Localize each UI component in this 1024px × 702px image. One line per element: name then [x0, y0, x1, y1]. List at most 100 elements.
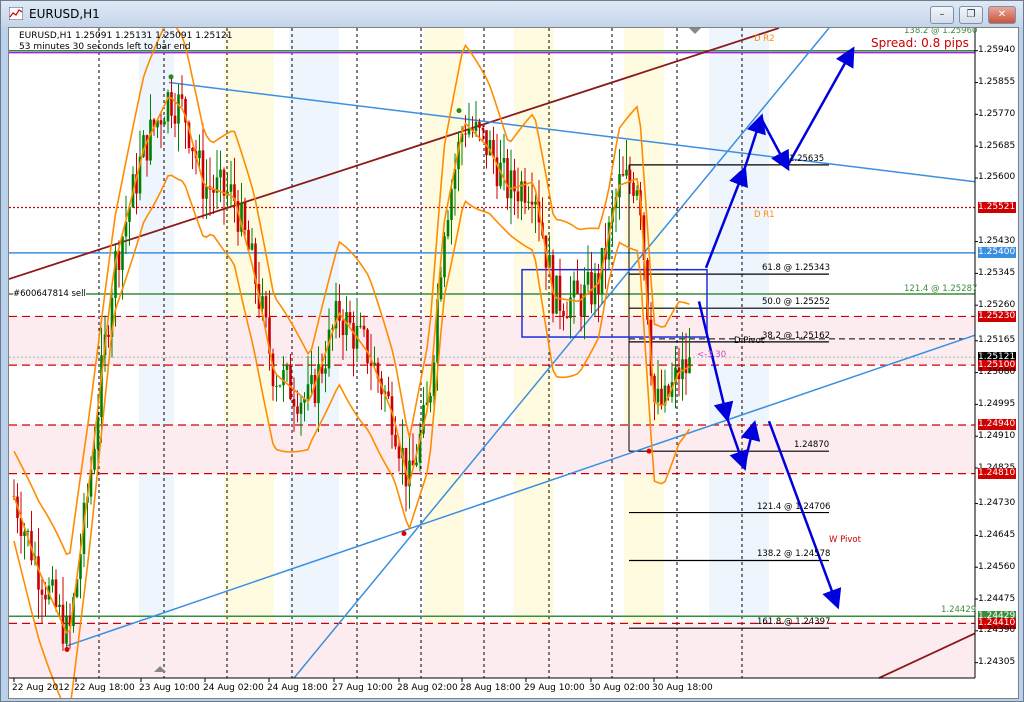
- candle-body: [282, 369, 285, 386]
- candle-body: [625, 169, 628, 176]
- candle-body: [292, 399, 296, 407]
- swing-low-marker: [64, 647, 70, 653]
- candle-body: [149, 119, 152, 161]
- time-axis-label: 29 Aug 10:00: [524, 683, 585, 693]
- candle-body: [583, 284, 586, 317]
- candle-body: [579, 293, 583, 317]
- price-chart[interactable]: EURUSD,H1 1.25091 1.25131 1.25091 1.2512…: [8, 27, 1019, 699]
- price-axis-label: 1.24910: [978, 430, 1016, 441]
- price-axis-label: 1.25400: [978, 247, 1016, 259]
- candle-body: [446, 220, 450, 237]
- time-axis-label: 24 Aug 02:00: [203, 683, 264, 693]
- candle-body: [121, 236, 124, 270]
- time-axis-label: 28 Aug 02:00: [397, 683, 458, 693]
- fib-label: 50.0 @ 1.25252: [762, 297, 830, 308]
- time-axis-label: 24 Aug 18:00: [267, 683, 328, 693]
- candle-body: [530, 201, 534, 205]
- price-axis-label: 1.24730: [978, 498, 1016, 509]
- chart-annotation: D R2: [754, 34, 775, 44]
- candle-body: [96, 417, 100, 449]
- candle-body: [44, 594, 47, 600]
- candle-body: [621, 174, 625, 176]
- ohlc-readout: EURUSD,H1 1.25091 1.25131 1.25091 1.2512…: [19, 31, 233, 41]
- candle-body: [394, 434, 397, 447]
- candle-body: [299, 402, 303, 414]
- time-axis-label: 30 Aug 18:00: [652, 683, 713, 693]
- candle-body: [555, 275, 558, 314]
- title-bar[interactable]: EURUSD,H1 – ❐ ✕: [1, 1, 1023, 27]
- candle-body: [159, 120, 163, 125]
- price-axis-label: 1.24995: [978, 398, 1016, 409]
- chart-annotation: <-3.30: [697, 350, 727, 361]
- candle-body: [474, 121, 478, 131]
- chart-annotation: 1.24429: [941, 605, 977, 616]
- candle-body: [576, 280, 579, 294]
- chart-canvas[interactable]: [9, 28, 1018, 698]
- candle-body: [572, 280, 576, 298]
- close-button[interactable]: ✕: [988, 6, 1016, 24]
- candle-body: [565, 316, 569, 318]
- candle-body: [222, 169, 226, 196]
- candle-body: [205, 186, 208, 199]
- window-title: EURUSD,H1: [29, 7, 100, 21]
- fib-label: 161.8 @ 1.24397: [757, 617, 831, 628]
- chart-window: EURUSD,H1 – ❐ ✕ EURUSD,H1 1.25091 1.2513…: [0, 0, 1024, 702]
- price-axis-label: 1.24475: [978, 593, 1016, 604]
- price-axis-label: 1.25685: [978, 140, 1016, 151]
- minimize-button[interactable]: –: [930, 6, 954, 24]
- time-axis-label: 27 Aug 10:00: [332, 683, 393, 693]
- zone-shade: [9, 316, 975, 366]
- price-axis-label: 1.24390: [978, 625, 1016, 636]
- candle-body: [660, 388, 663, 406]
- price-axis-label: 1.25855: [978, 77, 1016, 88]
- shift-marker: [689, 28, 701, 34]
- price-axis-label: 1.25430: [978, 236, 1016, 247]
- candle-body: [656, 388, 660, 403]
- price-axis-label: 1.24940: [978, 419, 1016, 431]
- candle-body: [341, 320, 345, 336]
- fib-label: 1.24870: [794, 440, 830, 451]
- bar-timer: 53 minutes 30 seconds left to bar end: [19, 42, 191, 52]
- candle-body: [558, 275, 562, 311]
- candle-body: [534, 201, 537, 205]
- candle-body: [58, 604, 61, 608]
- fib-label: 1.25635: [789, 153, 825, 164]
- candle-body: [415, 462, 418, 466]
- price-axis-label: 1.25260: [978, 299, 1016, 310]
- price-axis-label: 1.25165: [978, 335, 1016, 346]
- candle-body: [327, 329, 331, 369]
- zone-shade: [9, 424, 975, 474]
- candle-body: [26, 530, 30, 532]
- candle-body: [54, 579, 58, 608]
- candle-body: [369, 363, 373, 366]
- price-axis-label: 1.25521: [978, 202, 1016, 214]
- candle-body: [516, 191, 520, 202]
- candle-body: [278, 385, 282, 387]
- candle-body: [562, 310, 565, 317]
- price-axis-label: 1.24810: [978, 468, 1016, 480]
- candle-body: [338, 300, 341, 321]
- price-axis-label: 1.25940: [978, 45, 1016, 56]
- candle-body: [40, 589, 44, 595]
- swing-low-marker: [401, 531, 407, 537]
- time-axis-label: 22 Aug 2012: [12, 683, 70, 693]
- price-axis-label: 1.25770: [978, 108, 1016, 119]
- candle-body: [635, 190, 639, 196]
- candle-body: [443, 236, 446, 278]
- fib-label: 61.8 @ 1.25343: [762, 263, 830, 274]
- swing-high-marker: [168, 74, 174, 80]
- candle-body: [439, 277, 443, 300]
- candle-body: [170, 92, 173, 116]
- chart-window-icon: [9, 7, 23, 20]
- chart-annotation: 138.2 @ 1.25960: [904, 27, 978, 36]
- candle-body: [506, 157, 509, 199]
- candle-body: [289, 365, 292, 400]
- candle-body: [362, 325, 366, 330]
- candle-body: [432, 362, 436, 396]
- candle-body: [359, 325, 362, 327]
- price-axis-label: 1.24560: [978, 561, 1016, 572]
- candle-body: [250, 243, 254, 250]
- restore-button[interactable]: ❐: [959, 6, 983, 24]
- price-axis-label: 1.24645: [978, 529, 1016, 540]
- candle-body: [632, 182, 635, 196]
